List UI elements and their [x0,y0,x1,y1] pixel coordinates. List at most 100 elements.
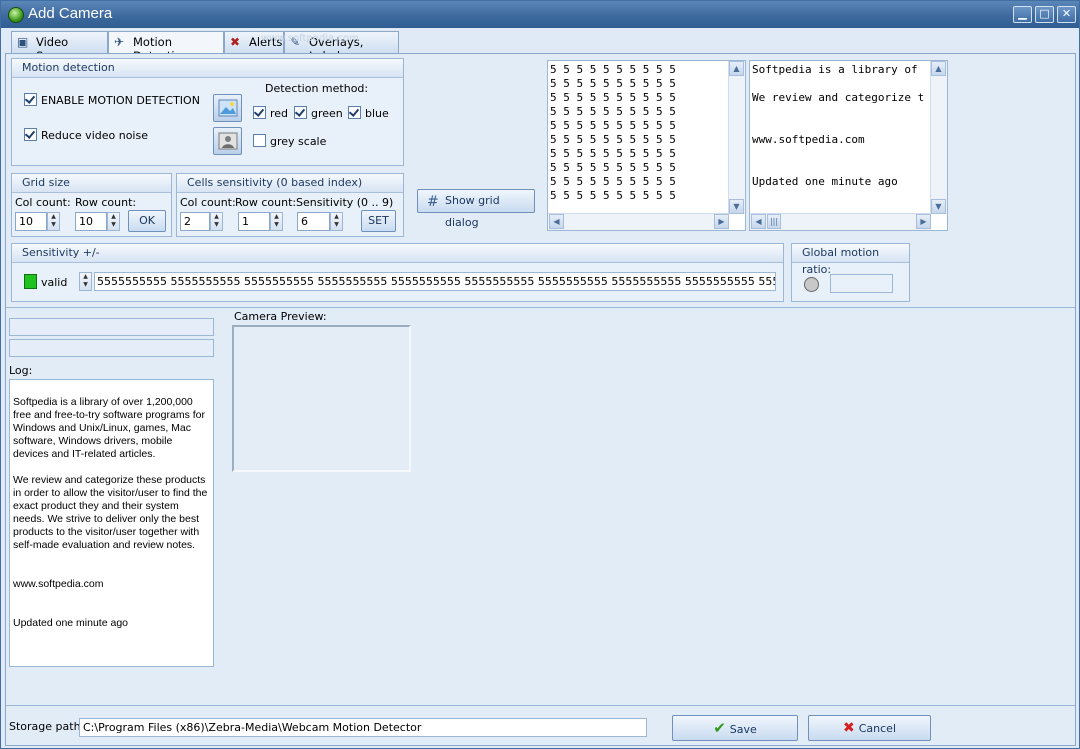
grid-col-stepper[interactable]: ▲ ▼ [47,212,60,231]
cell-row-stepper[interactable]: ▲ ▼ [270,212,283,231]
camera-preview-label: Camera Preview: [234,310,327,323]
grey-picture-icon [218,132,237,150]
maximize-button[interactable]: □ [1035,6,1054,23]
scroll-right-arrow[interactable]: ▶ [916,214,931,229]
cell-col-stepper[interactable]: ▲ ▼ [210,212,223,231]
checkbox-box [294,106,307,119]
global-motion-value [830,274,893,293]
green-checkbox[interactable]: green [294,106,343,120]
cell-col-label: Col count: [180,196,236,209]
cell-col-input[interactable]: 2 [180,212,210,231]
save-button[interactable]: ✔ Save [672,715,798,741]
detection-method-label: Detection method: [265,82,369,95]
checkbox-box [24,128,37,141]
checkbox-label: Reduce video noise [41,129,148,142]
picture-icon [218,99,237,117]
grid-size-group: Grid size Col count: Row count: 10 ▲ ▼ 10… [11,173,172,237]
grid-row-count-input[interactable]: 10 [75,212,107,231]
tab-motion-detection[interactable]: ✈ Motion Detection [108,31,224,63]
enable-motion-checkbox[interactable]: ENABLE MOTION DETECTION [24,93,200,107]
motion-indicator [804,277,819,292]
app-icon [8,7,24,23]
grid-icon: # [427,194,439,210]
grid-row-stepper[interactable]: ▲ ▼ [107,212,120,231]
cell-sensitivity-input[interactable]: 6 [297,212,330,231]
sensitivity-stepper[interactable]: ▲ ▼ [79,272,92,291]
storage-path-input[interactable]: C:\Program Files (x86)\Zebra-Media\Webca… [79,718,647,737]
group-title: Cells sensitivity (0 based index) [177,174,403,193]
scroll-up-arrow[interactable]: ▲ [931,61,946,76]
status-led [24,274,37,289]
camera-preview-panel [232,325,411,472]
blue-checkbox[interactable]: blue [348,106,389,120]
checkbox-label: green [311,107,343,120]
group-title: Global motion ratio: [792,244,909,276]
tab-video-source[interactable]: ▣ Video Source [11,31,108,63]
scroll-down-arrow[interactable]: ▼ [729,199,744,214]
group-title: Motion detection [12,59,403,78]
color-image-button[interactable] [213,94,242,122]
sensitivity-values-input[interactable]: 5555555555 5555555555 5555555555 5555555… [94,272,776,291]
scroll-up-arrow[interactable]: ▲ [729,61,744,76]
checkbox-box [348,106,361,119]
group-title: Sensitivity +/- [12,244,783,263]
motion-detection-page: Motion detection ENABLE MOTION DETECTION… [5,53,1076,746]
minimize-button[interactable]: ▁ [1013,6,1032,23]
cells-sensitivity-group: Cells sensitivity (0 based index) Col co… [176,173,404,237]
grid-values-textarea[interactable]: 5 5 5 5 5 5 5 5 5 5 5 5 5 5 5 5 5 5 5 5 … [547,60,746,231]
checkbox-label: grey scale [270,135,327,148]
scroll-left-arrow[interactable]: ◀ [549,214,564,229]
show-grid-dialog-button[interactable]: # Show grid dialog [417,189,535,229]
scroll-left-arrow[interactable]: ◀ [751,214,766,229]
red-checkbox[interactable]: red [253,106,288,120]
checkbox-label: blue [365,107,389,120]
grid-values-text: 5 5 5 5 5 5 5 5 5 5 5 5 5 5 5 5 5 5 5 5 … [550,63,676,202]
sensitivity-group: Sensitivity +/- valid ▲ ▼ 5555555555 5555… [11,243,784,302]
notes-textarea[interactable]: Softpedia is a library of We review and … [749,60,948,231]
window-title: Add Camera [28,5,113,22]
info-field-2 [9,339,214,357]
button-label: Show grid dialog [445,194,500,229]
scroll-down-arrow[interactable]: ▼ [931,199,946,214]
vertical-scrollbar[interactable]: ▲ ▼ [728,61,745,214]
checkmark-icon: ✔ [713,719,726,737]
close-button[interactable]: ✕ [1057,6,1076,23]
checkbox-box [253,134,266,147]
greyscale-image-button[interactable] [213,127,242,155]
cell-row-label: Row count: [235,196,297,209]
cell-sensitivity-stepper[interactable]: ▲ ▼ [330,212,343,231]
title-bar[interactable]: Add Camera ▁ □ ✕ [1,1,1079,28]
grid-ok-button[interactable]: OK [128,210,166,232]
sensitivity-range-label: Sensitivity (0 .. 9) [296,196,394,209]
log-textarea[interactable]: Softpedia is a library of over 1,200,000… [9,379,214,667]
scroll-thumb[interactable]: ||| [767,214,781,229]
alert-icon: ✖ [230,35,241,49]
reduce-noise-checkbox[interactable]: Reduce video noise [24,128,148,142]
row-count-label: Row count: [75,196,137,209]
group-title: Grid size [12,174,171,193]
bottom-divider [6,705,1075,706]
info-field-1 [9,318,214,336]
log-label: Log: [9,364,33,377]
add-camera-window: Add Camera ▁ □ ✕ ▣ Video Source ✈ Motion… [0,0,1080,749]
status-label: valid [41,276,68,289]
button-label: Cancel [858,722,896,735]
vertical-scrollbar[interactable]: ▲ ▼ [930,61,947,214]
grid-col-count-input[interactable]: 10 [15,212,47,231]
scroll-right-arrow[interactable]: ▶ [714,214,729,229]
global-motion-group: Global motion ratio: [791,243,910,302]
camera-icon: ▣ [17,35,29,49]
set-button[interactable]: SET [361,210,396,232]
motion-detection-group: Motion detection ENABLE MOTION DETECTION… [11,58,404,166]
section-divider [6,307,1075,308]
cell-row-input[interactable]: 1 [238,212,270,231]
checkbox-box [253,106,266,119]
col-count-label: Col count: [15,196,71,209]
horizontal-scrollbar[interactable]: ◀ ▶ [548,213,729,230]
greyscale-checkbox[interactable]: grey scale [253,134,326,148]
storage-path-label: Storage path: [9,720,85,733]
cancel-button[interactable]: ✖ Cancel [808,715,931,741]
notes-text: Softpedia is a library of We review and … [752,63,925,188]
horizontal-scrollbar[interactable]: ◀ ||| ▶ [750,213,931,230]
checkbox-label: red [270,107,289,120]
